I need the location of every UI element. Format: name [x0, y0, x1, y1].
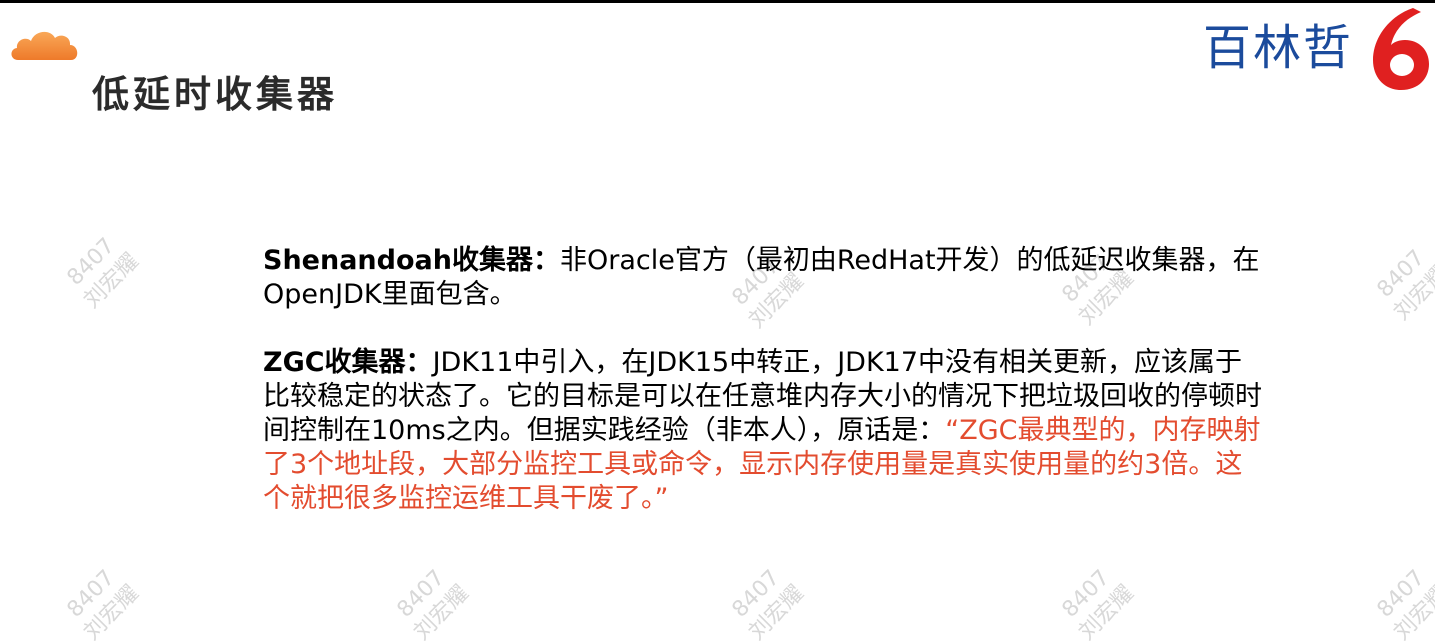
watermark-number: 8407 — [1373, 565, 1430, 622]
brand-name: 百林哲 — [1203, 20, 1354, 76]
watermark-name: 刘宏耀 — [1389, 581, 1435, 642]
slide-body: Shenandoah收集器：非Oracle官方（最初由RedHat开发）的低延迟… — [263, 244, 1263, 516]
zgc-label: ZGC收集器： — [263, 347, 433, 378]
watermark-name: 刘宏耀 — [1074, 581, 1138, 642]
brand-six-icon — [1373, 8, 1429, 90]
top-rule — [0, 0, 1435, 3]
watermark-name: 刘宏耀 — [79, 249, 143, 313]
cloud-logo-icon — [11, 31, 78, 60]
watermark-name: 刘宏耀 — [1389, 261, 1435, 325]
watermark-number: 8407 — [728, 565, 785, 622]
watermark-number: 8407 — [63, 233, 120, 290]
watermark-name: 刘宏耀 — [744, 581, 808, 642]
brand-logo: 百林哲 — [1195, 4, 1435, 96]
page-title: 低延时收集器 — [92, 73, 338, 116]
shenandoah-paragraph: Shenandoah收集器：非Oracle官方（最初由RedHat开发）的低延迟… — [263, 244, 1263, 312]
watermark-number: 8407 — [393, 565, 450, 622]
watermark-number: 8407 — [63, 565, 120, 622]
watermark-number: 8407 — [1373, 245, 1430, 302]
watermark-name: 刘宏耀 — [409, 581, 473, 642]
watermark-number: 8407 — [1058, 565, 1115, 622]
watermark-name: 刘宏耀 — [79, 581, 143, 642]
zgc-paragraph: ZGC收集器：JDK11中引入，在JDK15中转正，JDK17中没有相关更新，应… — [263, 346, 1263, 516]
shenandoah-label: Shenandoah收集器： — [263, 245, 560, 276]
